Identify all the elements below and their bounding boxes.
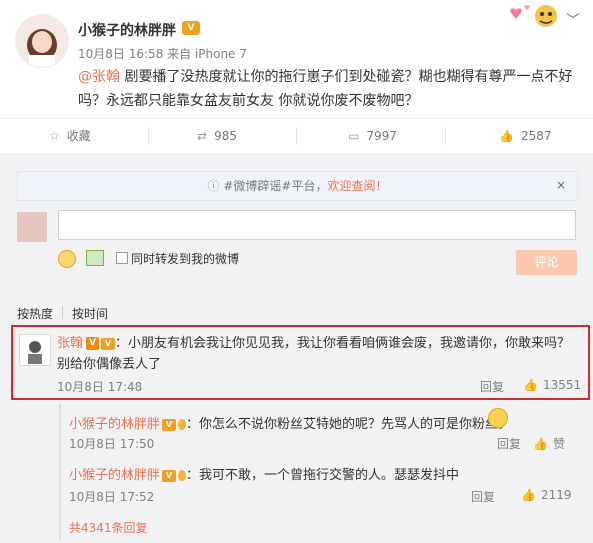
rumor-notice[interactable]: ⓘ #微博辟谣#平台，欢迎查阅！ bbox=[17, 171, 578, 201]
tab-divider bbox=[62, 306, 63, 319]
submit-comment-button[interactable]: 评论 bbox=[516, 250, 577, 275]
comment-icon: ▭ bbox=[348, 129, 360, 143]
reply-like-button[interactable]: 👍 赞 bbox=[533, 435, 565, 452]
post-action-bar: ☆ 收藏 ⇄ 985 ▭ 7997 👍 2587 bbox=[0, 118, 593, 153]
repost-button[interactable]: ⇄ 985 bbox=[197, 119, 237, 153]
star-icon: ☆ bbox=[49, 129, 60, 143]
thumbs-up-icon: 👍 bbox=[523, 378, 538, 392]
balloon-icon bbox=[178, 419, 187, 430]
author-avatar[interactable] bbox=[15, 14, 69, 68]
reply-like-button[interactable]: 👍 2119 bbox=[521, 488, 572, 502]
member-icon: V bbox=[101, 337, 116, 350]
info-icon: ⓘ bbox=[207, 179, 224, 193]
reply-text: 小猴子的林胖胖 V ：你怎么不说你粉丝艾特她的呢？先骂人的可是你粉丝。 bbox=[69, 417, 512, 432]
comment-input[interactable] bbox=[58, 210, 576, 240]
decoration-hearts-icon bbox=[506, 2, 560, 33]
comment-avatar[interactable] bbox=[19, 334, 51, 366]
comment-time: 10月8日 17:48 bbox=[57, 380, 143, 394]
thumbs-up-icon: 👍 bbox=[533, 437, 548, 451]
current-user-avatar bbox=[17, 212, 47, 242]
emoji-icon[interactable] bbox=[58, 250, 76, 268]
comment-button[interactable]: ▭ 7997 bbox=[348, 119, 397, 153]
comment-text: 张翰 V V ：小朋友有机会我让你见见我，我让你看看咱俩谁会废，我邀请你，你敢来吗？别… bbox=[57, 336, 571, 372]
repost-checkbox[interactable] bbox=[116, 252, 128, 264]
thumbs-up-icon: 👍 bbox=[499, 129, 514, 143]
thumbs-up-icon: 👍 bbox=[521, 488, 536, 502]
comment-user[interactable]: 张翰 bbox=[57, 336, 83, 351]
repost-checkbox-label: 同时转发到我的微博 bbox=[131, 252, 240, 266]
chevron-down-icon[interactable]: ﹀ bbox=[566, 10, 580, 30]
reply-button[interactable]: 回复 bbox=[497, 435, 521, 452]
collect-button[interactable]: ☆ 收藏 bbox=[49, 119, 91, 153]
member-badge-icon[interactable]: V bbox=[182, 21, 200, 35]
reply-user[interactable]: 小猴子的林胖胖 bbox=[69, 417, 160, 432]
post-meta: 10月8日 16:58 来自 iPhone 7 bbox=[78, 47, 247, 61]
comment-like-button[interactable]: 👍 13551 bbox=[523, 378, 581, 392]
image-icon[interactable] bbox=[86, 250, 104, 266]
author-name[interactable]: 小猴子的林胖胖 bbox=[78, 20, 176, 40]
reply-text: 小猴子的林胖胖 V ：我可不敢，一个曾拖行交警的人。瑟瑟发抖中 bbox=[69, 468, 460, 483]
like-button[interactable]: 👍 2587 bbox=[499, 119, 552, 153]
more-replies-link[interactable]: 共4341条回复 bbox=[69, 519, 148, 536]
reply-time: 10月8日 17:50 bbox=[69, 437, 155, 451]
member-icon: V bbox=[162, 469, 177, 482]
verified-icon: V bbox=[86, 337, 100, 350]
sort-time-tab[interactable]: 按时间 bbox=[72, 305, 108, 322]
smile-emoji-icon bbox=[488, 408, 508, 428]
post-text: @张翰 剧要播了没热度就让你的拖行崽子们到处碰瓷？糊也糊得有尊严一点不好吗？永远… bbox=[78, 69, 573, 109]
reply-user[interactable]: 小猴子的林胖胖 bbox=[69, 468, 160, 483]
member-icon: V bbox=[162, 418, 177, 431]
mention-link[interactable]: @张翰 bbox=[78, 69, 120, 85]
balloon-icon bbox=[178, 470, 187, 481]
repost-icon: ⇄ bbox=[197, 129, 208, 143]
reply-button[interactable]: 回复 bbox=[480, 378, 504, 395]
reply-button[interactable]: 回复 bbox=[471, 488, 495, 505]
close-icon[interactable]: × bbox=[556, 171, 566, 199]
sort-hot-tab[interactable]: 按热度 bbox=[17, 305, 53, 322]
reply-time: 10月8日 17:52 bbox=[69, 490, 155, 504]
